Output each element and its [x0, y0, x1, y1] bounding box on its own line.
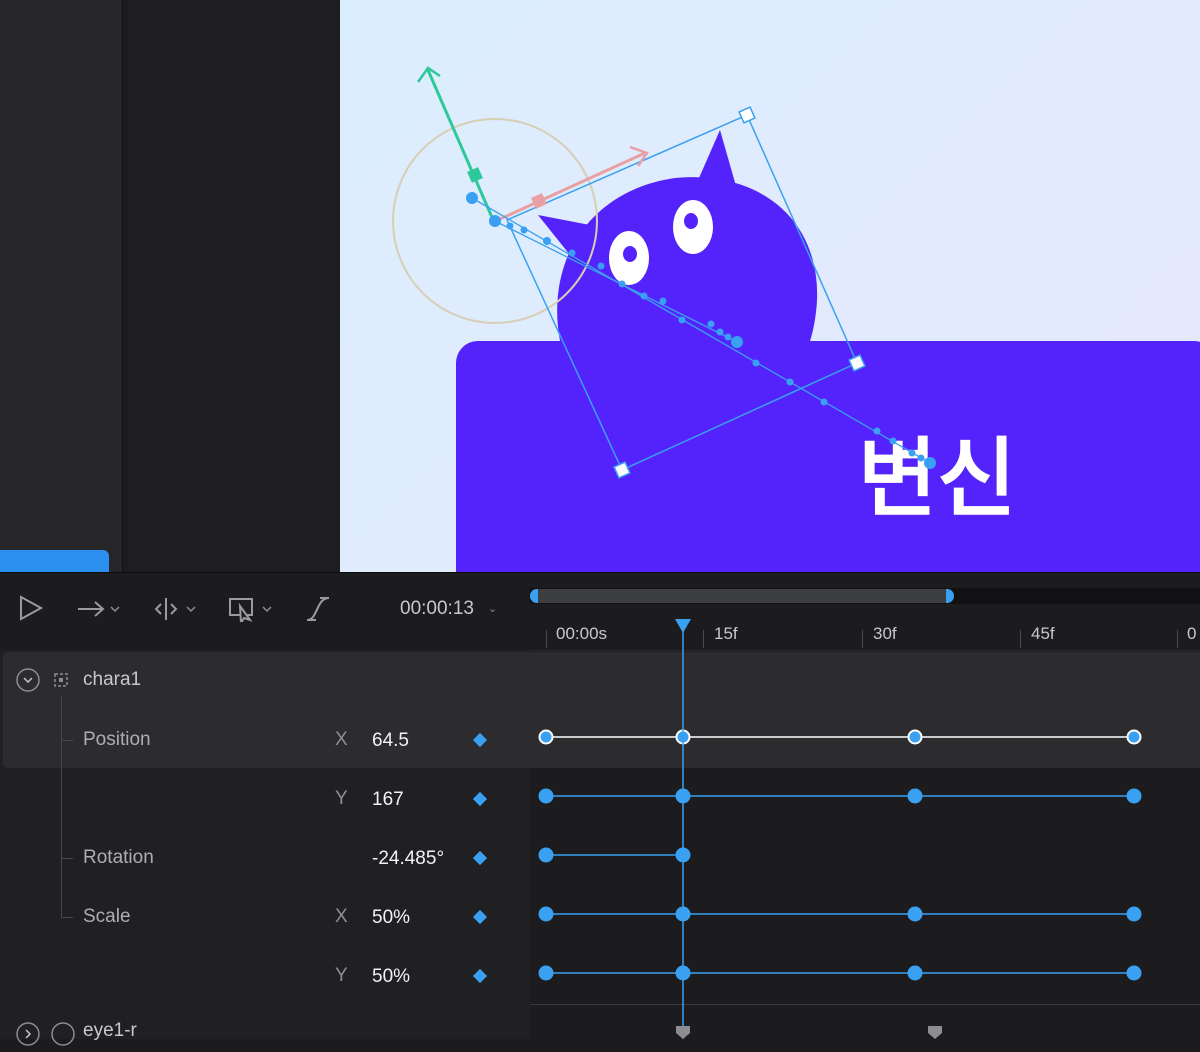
track-position-y — [538, 788, 1142, 804]
keyframe — [907, 729, 923, 745]
track-scale-y — [538, 965, 1142, 981]
track-position-x — [538, 729, 1142, 745]
keyframe — [1126, 788, 1142, 804]
keyframe — [1126, 906, 1142, 922]
keyframe — [1126, 729, 1142, 745]
track-rotation — [538, 847, 691, 863]
keyframe — [907, 965, 923, 981]
keyframe — [907, 906, 923, 922]
keyframe-tracks[interactable] — [0, 0, 1200, 1039]
track-scale-x — [538, 906, 1142, 922]
keyframe — [907, 788, 923, 804]
marker-icons — [676, 1026, 942, 1039]
keyframe — [538, 788, 554, 804]
keyframe — [538, 965, 554, 981]
keyframe — [538, 847, 554, 863]
keyframe — [538, 906, 554, 922]
keyframe — [1126, 965, 1142, 981]
keyframe — [538, 729, 554, 745]
